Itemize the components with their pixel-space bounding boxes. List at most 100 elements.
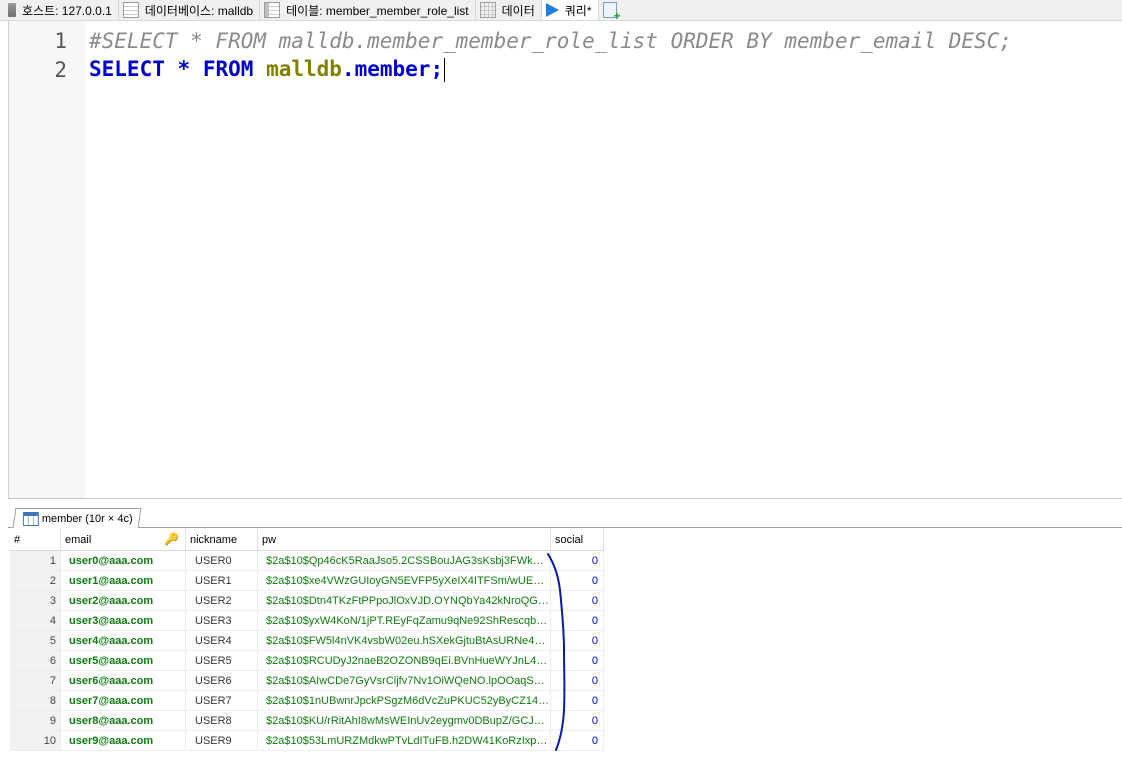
cell-social[interactable]: 0	[550, 610, 604, 631]
document-tab-bar: 호스트: 127.0.0.1 데이터베이스: malldb 테이블: membe…	[0, 0, 1122, 22]
cell-social[interactable]: 0	[550, 670, 604, 691]
cell-social[interactable]: 0	[550, 690, 604, 711]
tab-table-label: 테이블: member_member_role_list	[286, 3, 469, 18]
tab-query[interactable]: 쿼리*	[541, 0, 599, 20]
cell-pw[interactable]: $2a$10$AIwCDe7GyVsrCljfv7Nv1OiWQeNO.lpOO…	[257, 670, 551, 691]
server-icon	[8, 3, 16, 17]
cell-pw[interactable]: $2a$10$53LmURZMdkwPTvLdITuFB.h2DW41KoRzI…	[257, 730, 551, 751]
cell-email[interactable]: user5@aaa.com	[60, 650, 186, 671]
tab-new-query[interactable]	[599, 0, 629, 22]
cell-pw[interactable]: $2a$10$xe4VWzGUIoyGN5EVFP5yXeIX4ITFSm/wU…	[257, 570, 551, 591]
table-row[interactable]: 3 user2@aaa.com USER2 $2a$10$Dtn4TKzFtPPpoJ…	[10, 590, 604, 611]
table-row[interactable]: 9 user8@aaa.com USER8 $2a$10$KU/rRitAhI8wMs…	[10, 710, 604, 731]
cell-pw[interactable]: $2a$10$Qp46cK5RaaJso5.2CSSBouJAG3sKsbj3F…	[257, 550, 551, 571]
cell-pw[interactable]: $2a$10$yxW4KoN/1jPT.REyFqZamu9qNe92ShRes…	[257, 610, 551, 631]
tab-host[interactable]: 호스트: 127.0.0.1	[0, 0, 119, 20]
cell-nickname[interactable]: USER8	[185, 710, 258, 731]
result-table-icon	[22, 511, 39, 526]
table-row[interactable]: 7 user6@aaa.com USER6 $2a$10$AIwCDe7GyVsrCl…	[10, 670, 604, 691]
table-row[interactable]: 4 user3@aaa.com USER3 $2a$10$yxW4KoN/1jPT.R…	[10, 610, 604, 631]
cell-social[interactable]: 0	[550, 590, 604, 611]
result-grid[interactable]: # email 🔑 nickname pw social 1 user0@aaa.c…	[10, 529, 604, 751]
cell-social[interactable]: 0	[550, 550, 604, 571]
sql-editor[interactable]: 1 #SELECT * FROM malldb.member_member_ro…	[8, 21, 1122, 499]
sql-statement: SELECT * FROM malldb.member;	[89, 57, 446, 82]
select-star: *	[177, 57, 191, 81]
cell-social[interactable]: 0	[550, 710, 604, 731]
cell-email[interactable]: user9@aaa.com	[60, 730, 186, 751]
tab-query-label: 쿼리*	[564, 3, 592, 18]
cell-nickname[interactable]: USER9	[185, 730, 258, 751]
table-icon	[264, 2, 281, 18]
cell-pw[interactable]: $2a$10$FW5l4nVK4vsbW02eu.hSXekGjtuBtAsUR…	[257, 630, 551, 651]
cell-nickname[interactable]: USER3	[185, 610, 258, 631]
tab-database-label: 데이터베이스: malldb	[144, 3, 254, 18]
play-icon	[545, 3, 559, 17]
editor-line-1[interactable]: 1 #SELECT * FROM malldb.member_member_ro…	[9, 26, 1122, 55]
table-row[interactable]: 1 user0@aaa.com USER0 $2a$10$Qp46cK5RaaJso5…	[10, 550, 604, 571]
cell-email[interactable]: user8@aaa.com	[60, 710, 186, 731]
cell-nickname[interactable]: USER7	[185, 690, 258, 711]
cell-pw[interactable]: $2a$10$RCUDyJ2naeB2OZONB9qEi.BVnHueWYJnL…	[257, 650, 551, 671]
cell-nickname[interactable]: USER5	[185, 650, 258, 671]
keyword-select: SELECT	[89, 57, 165, 81]
row-number: 6	[10, 650, 61, 671]
cell-nickname[interactable]: USER6	[185, 670, 258, 691]
table-row[interactable]: 2 user1@aaa.com USER1 $2a$10$xe4VWzGUIoyGN5…	[10, 570, 604, 591]
cell-social[interactable]: 0	[550, 650, 604, 671]
row-number: 1	[10, 550, 61, 571]
row-number: 5	[10, 630, 61, 651]
table-row[interactable]: 10 user9@aaa.com USER9 $2a$10$53LmURZMdkwPT…	[10, 730, 604, 751]
table-row[interactable]: 8 user7@aaa.com USER7 $2a$10$1nUBwnrJpckPSg…	[10, 690, 604, 711]
result-tab-member[interactable]: member (10r × 4c)	[12, 508, 142, 528]
column-header-num[interactable]: #	[10, 529, 61, 551]
column-header-nickname[interactable]: nickname	[185, 529, 258, 551]
editor-line-2[interactable]: 2 SELECT * FROM malldb.member;	[9, 55, 1122, 84]
cell-pw[interactable]: $2a$10$KU/rRitAhI8wMsWEInUv2eygmv0DBupZ/…	[257, 710, 551, 731]
cell-nickname[interactable]: USER0	[185, 550, 258, 571]
semicolon: ;	[430, 57, 444, 81]
column-header-pw[interactable]: pw	[257, 529, 551, 551]
line-number-gutter	[9, 21, 85, 498]
cell-email[interactable]: user2@aaa.com	[60, 590, 186, 611]
cell-nickname[interactable]: USER1	[185, 570, 258, 591]
cell-email[interactable]: user1@aaa.com	[60, 570, 186, 591]
cell-email[interactable]: user7@aaa.com	[60, 690, 186, 711]
sql-comment: #SELECT * FROM malldb.member_member_role…	[89, 28, 1012, 53]
cell-nickname[interactable]: USER2	[185, 590, 258, 611]
row-number: 4	[10, 610, 61, 631]
cell-social[interactable]: 0	[550, 630, 604, 651]
new-query-icon	[602, 2, 621, 22]
tab-host-label: 호스트: 127.0.0.1	[22, 3, 112, 18]
table-row[interactable]: 6 user5@aaa.com USER5 $2a$10$RCUDyJ2naeB2OZ…	[10, 650, 604, 671]
cell-nickname[interactable]: USER4	[185, 630, 258, 651]
tab-data[interactable]: 데이터	[476, 0, 542, 20]
result-tab-bar: member (10r × 4c)	[8, 505, 1122, 528]
tab-table[interactable]: 테이블: member_member_role_list	[260, 0, 476, 20]
cell-email[interactable]: user4@aaa.com	[60, 630, 186, 651]
cell-email[interactable]: user6@aaa.com	[60, 670, 186, 691]
table-row[interactable]: 5 user4@aaa.com USER4 $2a$10$FW5l4nVK4vsbW0…	[10, 630, 604, 651]
cell-pw[interactable]: $2a$10$Dtn4TKzFtPPpoJlOxVJD.OYNQbYa42kNr…	[257, 590, 551, 611]
cell-social[interactable]: 0	[550, 570, 604, 591]
cell-pw[interactable]: $2a$10$1nUBwnrJpckPSgzM6dVcZuPKUC52yByCZ…	[257, 690, 551, 711]
row-number: 10	[10, 730, 61, 751]
row-number: 7	[10, 670, 61, 691]
row-number: 8	[10, 690, 61, 711]
column-header-email[interactable]: email 🔑	[60, 529, 186, 551]
line-number: 1	[54, 28, 67, 53]
column-header-social[interactable]: social	[550, 529, 604, 551]
cell-email[interactable]: user3@aaa.com	[60, 610, 186, 631]
result-tab-label: member (10r × 4c)	[41, 512, 133, 525]
cell-social[interactable]: 0	[550, 730, 604, 751]
primary-key-icon: 🔑	[164, 532, 179, 546]
table-name: member	[354, 57, 431, 81]
keyword-from: FROM	[202, 57, 254, 81]
row-number: 3	[10, 590, 61, 611]
text-caret	[444, 58, 446, 82]
dot: .	[341, 57, 355, 81]
cell-email[interactable]: user0@aaa.com	[60, 550, 186, 571]
grid-header: # email 🔑 nickname pw social	[10, 529, 604, 551]
tab-database[interactable]: 데이터베이스: malldb	[119, 0, 261, 20]
tab-data-label: 데이터	[501, 3, 535, 18]
